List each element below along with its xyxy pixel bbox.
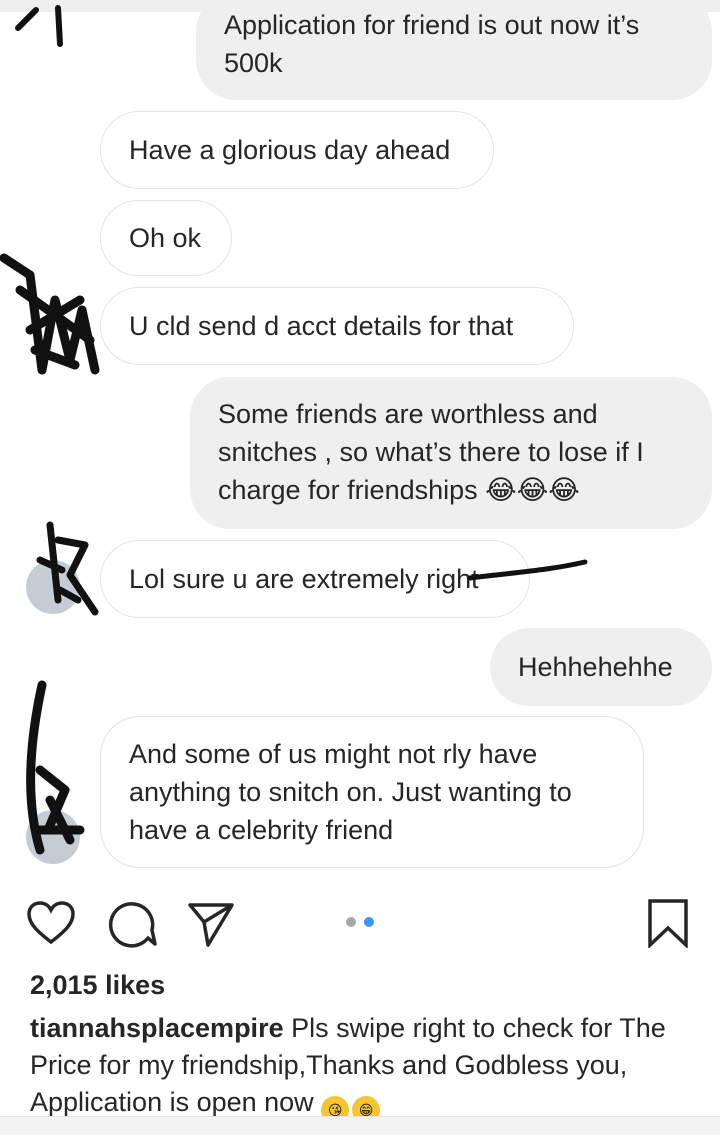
message-line: And some of us might not rly have [129, 739, 538, 769]
post-caption: tiannahsplacempire Pls swipe right to ch… [30, 1010, 690, 1124]
message-line: Application for friend is out now it’s [224, 10, 640, 40]
message-bubble-incoming: Have a glorious day ahead [100, 111, 494, 189]
message-line: anything to snitch on. Just wanting to [129, 777, 572, 807]
message-bubble-incoming: U cld send d acct details for that [100, 287, 574, 365]
message-line: Hehhehehhe [518, 652, 673, 682]
avatar [26, 560, 80, 614]
bottom-divider [0, 1116, 720, 1135]
avatar [26, 810, 80, 864]
message-line: charge for friendships 😂😂😂 [218, 475, 580, 505]
message-line: U cld send d acct details for that [129, 311, 514, 341]
message-bubble-incoming: And some of us might not rly have anythi… [100, 716, 644, 868]
bookmark-icon[interactable] [646, 898, 690, 948]
message-line: Lol sure u are extremely right [129, 564, 479, 594]
carousel-dot-active [364, 917, 374, 927]
message-bubble-incoming: Lol sure u are extremely right [100, 540, 530, 618]
message-line: Have a glorious day ahead [129, 135, 451, 165]
message-bubble-outgoing: Hehhehehhe [490, 628, 712, 706]
message-line: snitches , so what’s there to lose if I [218, 437, 644, 467]
likes-count[interactable]: 2,015 likes [30, 970, 165, 1001]
message-line: have a celebrity friend [129, 815, 394, 845]
message-bubble-outgoing: Some friends are worthless and snitches … [190, 377, 712, 529]
message-line: Some friends are worthless and [218, 399, 598, 429]
comment-icon[interactable] [108, 900, 158, 948]
caption-username[interactable]: tiannahsplacempire [30, 1013, 284, 1043]
message-line: 500k [224, 48, 283, 78]
carousel-dot [346, 917, 356, 927]
instagram-post-screenshot: Application for friend is out now it’s 5… [0, 0, 720, 1135]
message-line: Oh ok [129, 223, 202, 253]
message-bubble-incoming: Oh ok [100, 200, 232, 276]
share-icon[interactable] [186, 900, 236, 948]
message-bubble-outgoing: Application for friend is out now it’s 5… [196, 0, 712, 100]
heart-icon[interactable] [26, 900, 76, 946]
